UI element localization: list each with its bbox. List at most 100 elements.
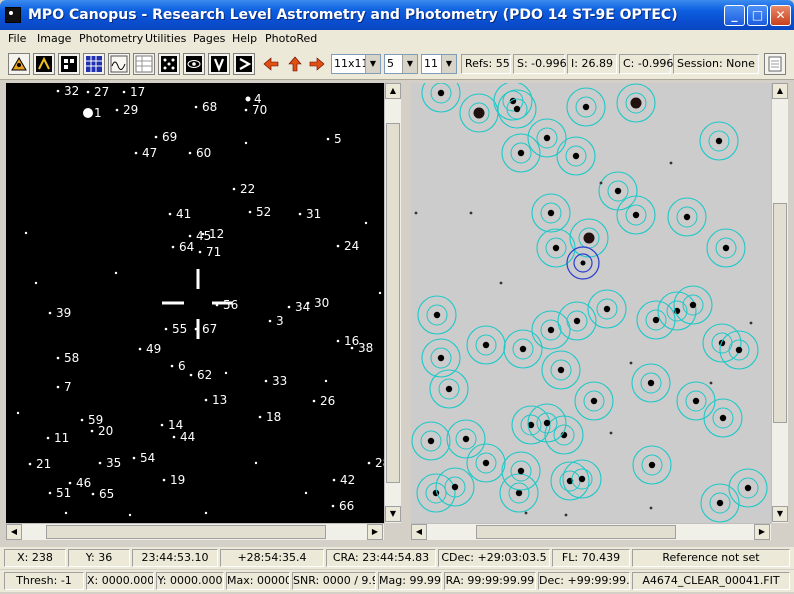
- star-marker[interactable]: [91, 492, 95, 496]
- windows-button[interactable]: [58, 53, 80, 75]
- lightcurve-button[interactable]: [108, 53, 130, 75]
- play-button[interactable]: [233, 53, 255, 75]
- minimize-button[interactable]: _: [724, 5, 745, 26]
- star-marker[interactable]: [86, 90, 90, 94]
- gap-select[interactable]: 5 ▼: [384, 54, 418, 74]
- star-marker[interactable]: [98, 461, 102, 465]
- star-marker[interactable]: [170, 364, 174, 368]
- star-marker[interactable]: [80, 418, 84, 422]
- scroll-thumb[interactable]: [476, 525, 676, 539]
- scroll-thumb[interactable]: [46, 525, 326, 539]
- app-icon[interactable]: [5, 7, 21, 23]
- ccd-image-canvas[interactable]: [411, 83, 771, 523]
- star-marker[interactable]: [264, 379, 268, 383]
- scroll-up-icon[interactable]: ▲: [385, 83, 401, 99]
- star-marker[interactable]: [83, 108, 93, 118]
- menu-file[interactable]: File: [8, 32, 26, 45]
- image-horizontal-scrollbar[interactable]: ◀ ▶: [411, 523, 771, 540]
- star-marker[interactable]: [48, 311, 52, 315]
- star-marker[interactable]: [132, 456, 136, 460]
- scroll-up-icon[interactable]: ▲: [772, 83, 788, 99]
- chevron-down-icon[interactable]: ▼: [365, 55, 380, 73]
- table-button[interactable]: [133, 53, 155, 75]
- star-marker[interactable]: [90, 429, 94, 433]
- image-vertical-scrollbar[interactable]: ▲ ▼: [771, 83, 788, 523]
- star-marker[interactable]: [122, 90, 126, 94]
- star-marker[interactable]: [134, 151, 138, 155]
- star-marker[interactable]: [350, 346, 354, 350]
- menu-photometry[interactable]: Photometry: [79, 32, 143, 45]
- star-marker[interactable]: [172, 435, 176, 439]
- star-marker[interactable]: [28, 462, 32, 466]
- star-chart-horizontal-scrollbar[interactable]: ◀ ▶: [6, 523, 384, 540]
- annulus-select[interactable]: 11 ▼: [421, 54, 457, 74]
- notes-button[interactable]: [764, 53, 786, 75]
- chevron-down-icon[interactable]: ▼: [402, 55, 417, 73]
- scroll-left-icon[interactable]: ◀: [411, 524, 427, 540]
- star-marker[interactable]: [68, 481, 72, 485]
- star-marker[interactable]: [168, 212, 172, 216]
- star-marker[interactable]: [56, 356, 60, 360]
- star-marker[interactable]: [201, 232, 205, 236]
- star-marker[interactable]: [56, 89, 60, 93]
- scroll-down-icon[interactable]: ▼: [385, 506, 401, 522]
- star-marker[interactable]: [287, 305, 291, 309]
- star-marker[interactable]: [194, 105, 198, 109]
- scroll-right-icon[interactable]: ▶: [754, 524, 770, 540]
- star-chart-vertical-scrollbar[interactable]: ▲ ▼: [384, 83, 401, 523]
- menu-pages[interactable]: Pages: [193, 32, 225, 45]
- star-marker[interactable]: [298, 212, 302, 216]
- pan-left-button[interactable]: [260, 53, 282, 75]
- star-marker[interactable]: [115, 108, 119, 112]
- star-marker[interactable]: [189, 373, 193, 377]
- star-marker[interactable]: [164, 327, 168, 331]
- star-marker[interactable]: [232, 187, 236, 191]
- pan-up-button[interactable]: [284, 53, 306, 75]
- star-marker[interactable]: [245, 96, 251, 102]
- scroll-right-icon[interactable]: ▶: [367, 524, 383, 540]
- star-marker[interactable]: [162, 478, 166, 482]
- star-marker[interactable]: [248, 210, 252, 214]
- star-marker[interactable]: [48, 491, 52, 495]
- star-chart-pane[interactable]: 32 27 17 1 29 68 4 70 69 5 47 60 22 41 52 31 45 12 64 71 24 5…: [6, 83, 384, 523]
- star-marker[interactable]: [258, 415, 262, 419]
- star-marker[interactable]: [332, 478, 336, 482]
- menu-help[interactable]: Help: [232, 32, 257, 45]
- grid-button[interactable]: [83, 53, 105, 75]
- star-marker[interactable]: [154, 135, 158, 139]
- star-marker[interactable]: [188, 151, 192, 155]
- maximize-button[interactable]: □: [747, 5, 768, 26]
- star-marker[interactable]: [336, 339, 340, 343]
- star-marker[interactable]: [188, 234, 192, 238]
- star-marker[interactable]: [56, 385, 60, 389]
- star-marker[interactable]: [138, 347, 142, 351]
- star-marker[interactable]: [306, 301, 310, 305]
- menu-photored[interactable]: PhotoRed: [265, 32, 317, 45]
- dice-button[interactable]: [158, 53, 180, 75]
- eye-button[interactable]: [183, 53, 205, 75]
- menu-utilities[interactable]: Utilities: [145, 32, 186, 45]
- star-marker[interactable]: [268, 319, 272, 323]
- star-marker[interactable]: [331, 504, 335, 508]
- pan-right-button[interactable]: [306, 53, 328, 75]
- star-marker[interactable]: [367, 461, 371, 465]
- menu-image[interactable]: Image: [37, 32, 71, 45]
- star-chart-canvas[interactable]: 32 27 171 29 6847069 547 602241 52 31451264 71 245…: [6, 83, 384, 523]
- star-marker[interactable]: [326, 137, 330, 141]
- telescope-tool-button[interactable]: [8, 53, 30, 75]
- scroll-thumb[interactable]: [386, 123, 400, 483]
- star-marker[interactable]: [204, 398, 208, 402]
- image-pane[interactable]: [411, 83, 771, 523]
- scroll-thumb[interactable]: [773, 203, 787, 423]
- star-marker[interactable]: [336, 244, 340, 248]
- star-chart-button[interactable]: [33, 53, 55, 75]
- chevron-down-icon[interactable]: ▼: [441, 55, 456, 73]
- star-marker[interactable]: [244, 108, 248, 112]
- scroll-down-icon[interactable]: ▼: [772, 506, 788, 522]
- star-marker[interactable]: [160, 423, 164, 427]
- aperture-select[interactable]: 11x11 ▼: [331, 54, 381, 74]
- star-marker[interactable]: [312, 399, 316, 403]
- star-marker[interactable]: [171, 245, 175, 249]
- v-button[interactable]: [208, 53, 230, 75]
- star-marker[interactable]: [198, 250, 202, 254]
